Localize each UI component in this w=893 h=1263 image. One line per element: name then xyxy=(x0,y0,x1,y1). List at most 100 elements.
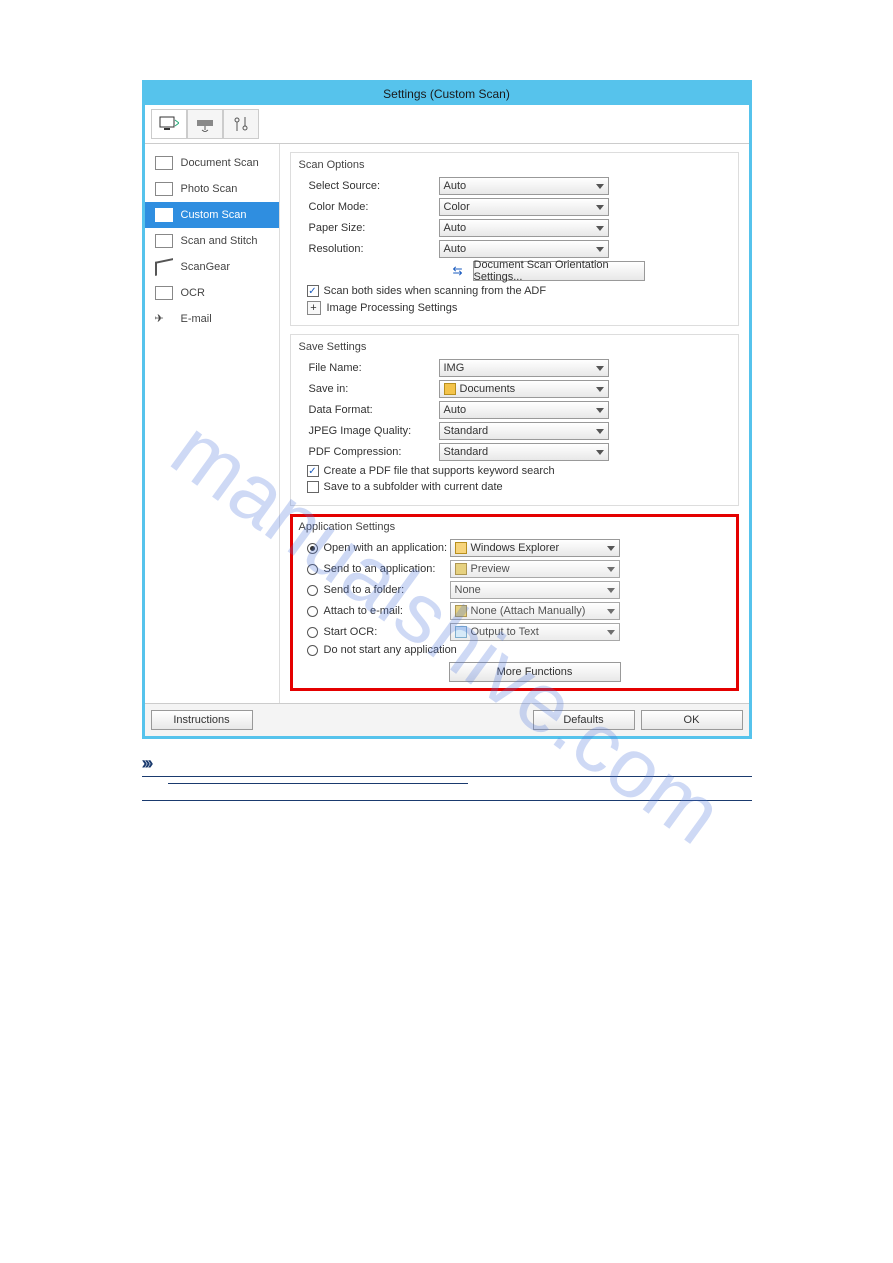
button-label: Instructions xyxy=(173,714,229,726)
send-to-folder-dropdown[interactable]: None xyxy=(450,581,620,599)
sidebar-item-custom-scan[interactable]: Custom Scan xyxy=(145,202,279,228)
section-title: Application Settings xyxy=(299,521,730,533)
attach-to-email-dropdown[interactable]: None (Attach Manually) xyxy=(450,602,620,620)
file-name-combo[interactable]: IMG xyxy=(439,359,609,377)
tab-scan-from-computer[interactable] xyxy=(151,109,187,139)
sidebar-item-document-scan[interactable]: Document Scan xyxy=(145,150,279,176)
main-panel: Scan Options Select Source: Auto Color Mo… xyxy=(280,144,749,703)
dropdown-value: IMG xyxy=(444,362,465,374)
sidebar-item-label: Scan and Stitch xyxy=(181,235,258,247)
document-scan-orientation-button[interactable]: Document Scan Orientation Settings... xyxy=(473,261,645,281)
send-to-application-dropdown[interactable]: Preview xyxy=(450,560,620,578)
save-subfolder-checkbox[interactable] xyxy=(307,481,319,493)
button-label: OK xyxy=(684,714,700,726)
scangear-icon xyxy=(155,258,173,276)
sidebar-item-scan-and-stitch[interactable]: Scan and Stitch xyxy=(145,228,279,254)
sidebar-item-email[interactable]: ✈E-mail xyxy=(145,306,279,332)
paper-size-label: Paper Size: xyxy=(299,222,439,234)
start-ocr-label: Start OCR: xyxy=(324,626,450,638)
do-not-start-label: Do not start any application xyxy=(324,644,457,656)
image-processing-expand[interactable]: + xyxy=(307,301,321,315)
button-label: More Functions xyxy=(497,666,573,678)
send-to-folder-label: Send to a folder: xyxy=(324,584,450,596)
button-label: Defaults xyxy=(563,714,603,726)
send-to-folder-radio[interactable] xyxy=(307,585,318,596)
sidebar-item-label: ScanGear xyxy=(181,261,231,273)
scan-both-sides-label: Scan both sides when scanning from the A… xyxy=(324,285,547,297)
attach-to-email-label: Attach to e-mail: xyxy=(324,605,450,617)
scan-both-sides-checkbox[interactable]: ✓ xyxy=(307,285,319,297)
application-settings-highlight: Application Settings Open with an applic… xyxy=(290,514,739,691)
data-format-dropdown[interactable]: Auto xyxy=(439,401,609,419)
dropdown-value: Standard xyxy=(444,425,489,437)
color-mode-dropdown[interactable]: Color xyxy=(439,198,609,216)
scan-options-section: Scan Options Select Source: Auto Color Mo… xyxy=(290,152,739,326)
start-ocr-dropdown[interactable]: Output to Text xyxy=(450,623,620,641)
section-title: Scan Options xyxy=(299,159,730,171)
scan-stitch-icon xyxy=(155,234,173,248)
create-pdf-keyword-label: Create a PDF file that supports keyword … xyxy=(324,465,555,477)
resolution-label: Resolution: xyxy=(299,243,439,255)
dropdown-value: Auto xyxy=(444,180,467,192)
preview-icon xyxy=(455,563,467,575)
ok-button[interactable]: OK xyxy=(641,710,743,730)
folder-icon xyxy=(444,383,456,395)
dropdown-value: Auto xyxy=(444,404,467,416)
open-with-application-radio[interactable] xyxy=(307,543,318,554)
sidebar-item-photo-scan[interactable]: Photo Scan xyxy=(145,176,279,202)
do-not-start-radio[interactable] xyxy=(307,645,318,656)
dropdown-value: Documents xyxy=(460,383,516,395)
section-title: Save Settings xyxy=(299,341,730,353)
create-pdf-keyword-checkbox[interactable]: ✓ xyxy=(307,465,319,477)
dropdown-value: Output to Text xyxy=(471,626,539,638)
bottom-bar: Instructions Defaults OK xyxy=(145,703,749,736)
pdf-compression-label: PDF Compression: xyxy=(299,446,439,458)
open-with-application-label: Open with an application: xyxy=(324,542,450,554)
send-to-application-radio[interactable] xyxy=(307,564,318,575)
tab-scan-from-operation-panel[interactable] xyxy=(187,109,223,139)
color-mode-label: Color Mode: xyxy=(299,201,439,213)
pdf-compression-dropdown[interactable]: Standard xyxy=(439,443,609,461)
ocr-icon xyxy=(155,286,173,300)
dropdown-value: Auto xyxy=(444,222,467,234)
dropdown-value: Auto xyxy=(444,243,467,255)
note-divider xyxy=(142,776,752,777)
tab-general-settings[interactable] xyxy=(223,109,259,139)
resolution-dropdown[interactable]: Auto xyxy=(439,240,609,258)
top-tabs xyxy=(145,105,749,144)
note-chevron-icon: ››› xyxy=(142,753,151,773)
note-link-underline xyxy=(168,783,468,784)
start-ocr-radio[interactable] xyxy=(307,627,318,638)
dropdown-value: Preview xyxy=(471,563,510,575)
save-settings-section: Save Settings File Name:IMG Save in:Docu… xyxy=(290,334,739,506)
scanner-icon xyxy=(195,116,215,132)
mail-icon xyxy=(455,605,467,617)
open-with-application-dropdown[interactable]: Windows Explorer xyxy=(450,539,620,557)
swap-orientation-icon[interactable]: ⇆ xyxy=(449,264,467,278)
paper-size-dropdown[interactable]: Auto xyxy=(439,219,609,237)
dropdown-value: Windows Explorer xyxy=(471,542,560,554)
text-output-icon xyxy=(455,626,467,638)
select-source-dropdown[interactable]: Auto xyxy=(439,177,609,195)
more-functions-button[interactable]: More Functions xyxy=(449,662,621,682)
save-in-dropdown[interactable]: Documents xyxy=(439,380,609,398)
dropdown-value: None xyxy=(455,584,481,596)
sidebar-item-label: Document Scan xyxy=(181,157,259,169)
sidebar-item-ocr[interactable]: OCR xyxy=(145,280,279,306)
explorer-icon xyxy=(455,542,467,554)
sidebar-item-label: OCR xyxy=(181,287,205,299)
select-source-label: Select Source: xyxy=(299,180,439,192)
send-to-application-label: Send to an application: xyxy=(324,563,450,575)
monitor-arrow-icon xyxy=(159,116,179,132)
sidebar-item-scangear[interactable]: ScanGear xyxy=(145,254,279,280)
attach-to-email-radio[interactable] xyxy=(307,606,318,617)
photo-scan-icon xyxy=(155,182,173,196)
data-format-label: Data Format: xyxy=(299,404,439,416)
button-label: Document Scan Orientation Settings... xyxy=(474,259,644,283)
defaults-button[interactable]: Defaults xyxy=(533,710,635,730)
tools-icon xyxy=(231,116,251,132)
file-name-label: File Name: xyxy=(299,362,439,374)
dropdown-value: Standard xyxy=(444,446,489,458)
jpeg-quality-dropdown[interactable]: Standard xyxy=(439,422,609,440)
instructions-button[interactable]: Instructions xyxy=(151,710,253,730)
